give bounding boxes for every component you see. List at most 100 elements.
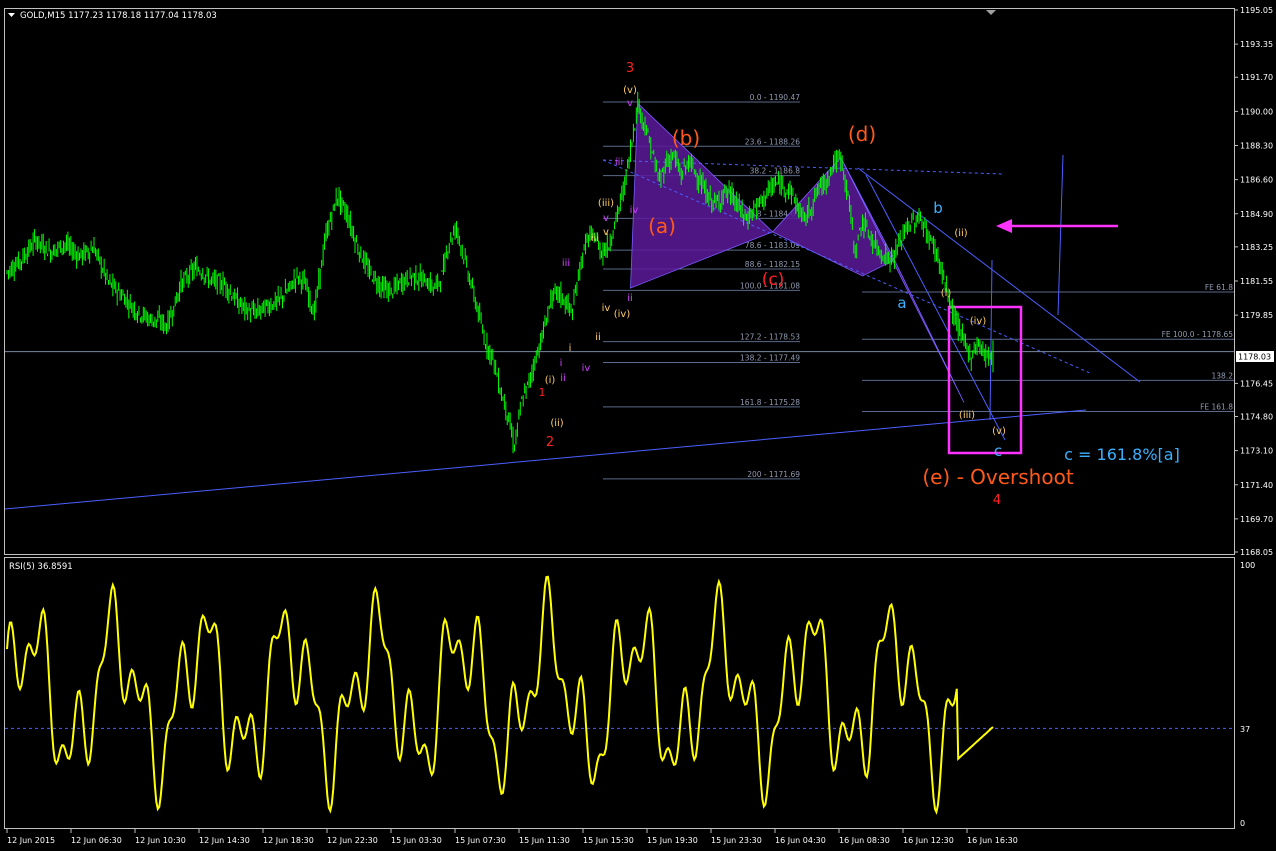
time-tick-label: 15 Jun 11:30: [519, 836, 570, 845]
support-trendline: [4, 409, 1087, 510]
time-tick-label: 16 Jun 04:30: [775, 836, 826, 845]
price-tick-label: 1173.10: [1240, 447, 1273, 456]
time-tick-label: 15 Jun 03:30: [391, 836, 442, 845]
time-tick-label: 12 Jun 06:30: [71, 836, 122, 845]
fib-level-label: 161.8 - 1175.28: [740, 398, 800, 407]
time-tick-label: 12 Jun 22:30: [327, 836, 378, 845]
c-extension-label: c = 161.8%[a]: [1064, 445, 1180, 464]
time-tick-label: 12 Jun 14:30: [199, 836, 250, 845]
fib-level-label: 38.2 - 1186.8: [750, 167, 801, 176]
arrow-left-icon: [996, 219, 1012, 233]
time-axis: 12 Jun 2015 12 Jun 06:30 12 Jun 10:30 12 Ju…: [6, 829, 1018, 845]
projection-line-2: [989, 259, 993, 421]
wave-a-small-label: a: [897, 294, 906, 312]
time-tick-label: 15 Jun 07:30: [455, 836, 506, 845]
wave-iii-label: (iii): [598, 198, 614, 209]
candles: [6, 91, 994, 454]
chart-header: GOLD,M15 1177.23 1178.18 1177.04 1178.03: [20, 11, 217, 21]
wave-i-label: (i): [545, 375, 556, 386]
roman-ii-white-label: ii: [595, 332, 601, 343]
wave-d-big-label: (d): [848, 122, 876, 146]
price-tick-label: 1183.25: [1240, 243, 1273, 252]
rsi-label: RSI(5) 36.8591: [9, 562, 73, 572]
wave-c-small-label: c: [994, 442, 1002, 460]
roman-ii-purple-label: ii: [627, 293, 633, 304]
fe-level-label: FE 161.8: [1200, 402, 1233, 411]
price-tick-label: 1195.05: [1240, 6, 1273, 15]
wave-iv-label: (iv): [614, 309, 631, 320]
wave-v-label: (v): [623, 85, 637, 96]
time-tick-label: 12 Jun 2015: [7, 836, 55, 845]
price-tick-label: 1186.60: [1240, 176, 1273, 185]
wave-ii-upper-label: (ii): [954, 228, 967, 239]
time-tick-label: 12 Jun 10:30: [135, 836, 186, 845]
price-tick-label: 1179.85: [1240, 311, 1273, 320]
roman-iv-purple-2-label: iv: [582, 363, 591, 374]
price-tick-label: 1190.00: [1240, 107, 1273, 116]
wave-4-label: 4: [993, 493, 1001, 508]
wave-1-label: 1: [539, 386, 546, 399]
roman-iii-white-label: iii: [591, 233, 599, 244]
rsi-top-label: 100: [1240, 561, 1255, 570]
wave-2-label: 2: [546, 435, 554, 450]
roman-iv-white-label: iv: [602, 303, 611, 314]
fib-level-label: 138.2 - 1177.49: [740, 354, 800, 363]
fib-level-label: 88.6 - 1182.15: [745, 260, 800, 269]
trading-chart[interactable]: GOLD,M15 1177.23 1178.18 1177.04 1178.03…: [0, 0, 1276, 851]
projection-line: [1057, 154, 1064, 316]
roman-v-white-label: v: [603, 227, 609, 238]
wave-e-label: (e) - Overshoot: [922, 465, 1074, 489]
wave-3-label: 3: [626, 61, 634, 76]
wave-b-big-label: (b): [672, 126, 700, 150]
roman-i-white-label: i: [569, 343, 572, 354]
dropdown-icon[interactable]: [8, 13, 15, 17]
price-tick-label: 1181.55: [1240, 277, 1273, 286]
price-tick-label: 1168.05: [1240, 548, 1273, 557]
price-tick-label: 1184.90: [1240, 210, 1273, 219]
triangle-d: [840, 157, 965, 403]
wave-iv-lower-label: (iv): [970, 316, 987, 327]
roman-i-purple-label: i: [560, 358, 563, 369]
roman-ii-purple-2-label: ii: [560, 373, 566, 384]
fib-level-label: 23.6 - 1188.26: [745, 137, 800, 146]
current-price-tag: 1178.03: [1238, 353, 1271, 362]
roman-iii-purple-label: iii: [615, 157, 623, 168]
roman-v-purple-2-label: v: [603, 213, 609, 224]
time-tick-label: 15 Jun 23:30: [711, 836, 762, 845]
price-tick-label: 1174.80: [1240, 413, 1273, 422]
fib-level-label: 127.2 - 1178.53: [740, 333, 800, 342]
price-tick-label: 1188.30: [1240, 142, 1273, 151]
price-tick-label: 1191.70: [1240, 73, 1273, 82]
wave-b-small-label: b: [933, 199, 943, 217]
scroll-marker-icon[interactable]: [986, 10, 996, 15]
wave-i-lower-label: (i): [941, 288, 952, 299]
roman-v-purple-label: v: [627, 98, 633, 109]
time-tick-label: 15 Jun 19:30: [647, 836, 698, 845]
time-tick-label: 16 Jun 16:30: [967, 836, 1018, 845]
time-tick-label: 16 Jun 12:30: [903, 836, 954, 845]
fe-level-label: FE 100.0 - 1178.65: [1162, 330, 1234, 339]
roman-iii-purple-2-label: iii: [562, 258, 570, 269]
rsi-bottom-label: 0: [1240, 819, 1245, 828]
price-tick-label: 1169.70: [1240, 515, 1273, 524]
time-tick-label: 12 Jun 18:30: [263, 836, 314, 845]
price-tick-label: 1176.45: [1240, 379, 1273, 388]
price-tick-label: 1193.35: [1240, 40, 1273, 49]
fe-level-label: FE 61.8: [1205, 283, 1233, 292]
fib-level-label: 200 - 1171.69: [747, 470, 800, 479]
wave-v-lower-label: (v): [992, 426, 1006, 437]
rsi-line-group: [5, 575, 1234, 816]
roman-iv-purple-label: iv: [630, 205, 639, 216]
wave-iii-lower-label: (iii): [959, 410, 975, 421]
time-tick-label: 16 Jun 08:30: [839, 836, 890, 845]
fe-level-label: 138.2: [1212, 371, 1234, 380]
time-tick-label: 15 Jun 15:30: [583, 836, 634, 845]
rsi-line: [6, 575, 994, 816]
price-tick-label: 1171.40: [1240, 481, 1273, 490]
wave-c-big-label: (c): [762, 270, 785, 290]
wave-a-big-label: (a): [648, 214, 676, 238]
rsi-level-label: 37: [1240, 725, 1250, 734]
wave-ii-label: (ii): [550, 418, 563, 429]
fib-level-label: 0.0 - 1190.47: [750, 93, 801, 102]
fibonacci-levels: 0.0 - 1190.47 23.6 - 1188.26 38.2 - 1186.8…: [603, 93, 1234, 480]
